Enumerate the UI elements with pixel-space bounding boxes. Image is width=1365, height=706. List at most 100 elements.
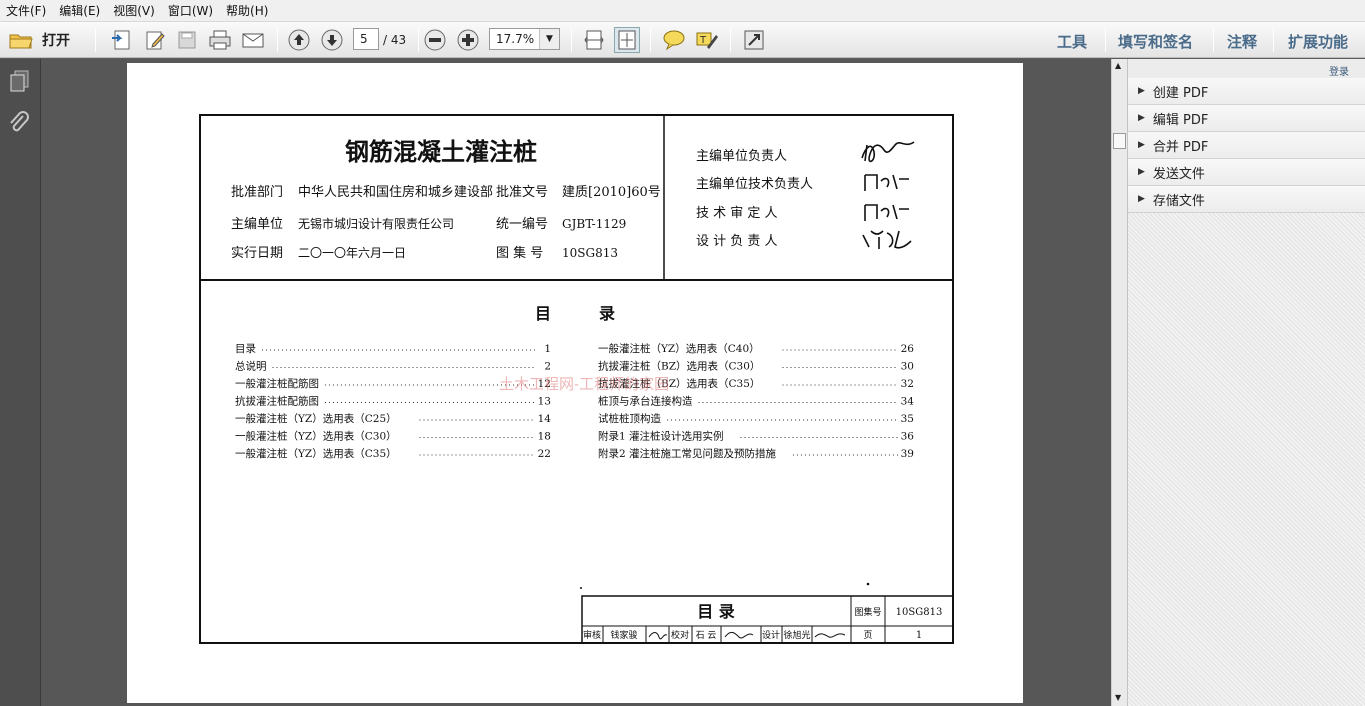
effective-date: 二〇一〇年六月一日: [298, 246, 406, 260]
extensions-button[interactable]: 扩展功能: [1288, 31, 1348, 52]
page-count: / 43: [383, 33, 407, 47]
signature-3: [862, 230, 912, 249]
toc-page-number: 34: [901, 396, 915, 408]
fit-page-icon: [618, 30, 636, 50]
toc-page-number: 35: [901, 413, 914, 425]
arrow-down-icon: [321, 29, 343, 51]
panel-merge-pdf[interactable]: ▶ 合并 PDF: [1128, 132, 1365, 159]
panel-store-file[interactable]: ▶ 存储文件: [1128, 186, 1365, 213]
envelope-icon: [242, 33, 264, 48]
role-1: 主编单位技术负责人: [696, 177, 813, 192]
atlas-title: 钢筋混凝土灌注桩: [345, 137, 537, 166]
tb-page-no: 1: [916, 630, 922, 641]
toc-page-number: 32: [901, 378, 914, 390]
tb-check: 校对: [671, 629, 689, 641]
attachments-button[interactable]: [8, 111, 32, 138]
toc-entry: 一般灌注桩配筋图: [235, 377, 319, 390]
prev-page-button[interactable]: [286, 27, 312, 53]
editor-label: 主编单位: [231, 217, 283, 232]
toc-page-number: 14: [538, 413, 552, 425]
role-2: 技 术 审 定 人: [696, 206, 778, 221]
panel-edit-pdf[interactable]: ▶ 编辑 PDF: [1128, 105, 1365, 132]
panel-create-pdf[interactable]: ▶ 创建 PDF: [1128, 78, 1365, 105]
chevron-down-icon[interactable]: ▼: [539, 29, 559, 49]
triangle-right-icon: ▶: [1138, 194, 1145, 204]
scroll-up-icon[interactable]: ▲: [1115, 61, 1121, 70]
approve-dept: 中华人民共和国住房和城乡建设部: [298, 184, 493, 200]
title-block: 目 录 图集号 10SG813 审核 钱家骏 校对 石 云 设计 徐旭光 页 1: [581, 595, 954, 644]
menu-window[interactable]: 窗口(W): [168, 2, 213, 19]
pencil-doc-icon: [146, 31, 165, 50]
page-number-input[interactable]: 5: [353, 28, 379, 50]
toc-left-column: 目录 1总说明 2一般灌注桩配筋图 12抗拔灌注桩配筋图 13一般灌注桩（YZ）选用表（…: [235, 343, 551, 460]
scroll-thumb[interactable]: [1113, 133, 1126, 149]
unified-no: GJBT-1129: [562, 217, 626, 231]
fill-sign-button[interactable]: 填写和签名: [1118, 31, 1193, 52]
toc-entry: 一般灌注桩（YZ）选用表（C40）: [598, 342, 760, 355]
toc-page-number: 2: [544, 361, 551, 373]
tasks-pane: 登录 ▶ 创建 PDF ▶ 编辑 PDF ▶ 合并 PDF ▶ 发送文件 ▶ 存储文件: [1127, 59, 1365, 706]
speech-bubble-icon: [663, 30, 685, 51]
role-3: 设 计 负 责 人: [696, 234, 778, 249]
comment-panel-button[interactable]: 注释: [1227, 31, 1257, 52]
atlas-no: 10SG813: [562, 246, 618, 260]
toc-page-number: 26: [901, 343, 915, 355]
unified-no-label: 统一编号: [496, 217, 548, 232]
page-thumbnails-button[interactable]: [8, 69, 32, 96]
triangle-right-icon: ▶: [1138, 140, 1145, 150]
pdf-page: 钢筋混凝土灌注桩 批准部门 中华人民共和国住房和城乡建设部 批准文号 建质[20…: [127, 63, 1023, 703]
highlight-button[interactable]: T: [694, 27, 720, 53]
signature-2: [864, 204, 909, 221]
tb-atlas-no: 10SG813: [896, 607, 943, 618]
toc-entry: 附录2 灌注桩施工常见问题及预防措施: [598, 447, 777, 460]
triangle-right-icon: ▶: [1138, 113, 1145, 123]
tb-name: 目 录: [697, 602, 735, 621]
zoom-out-button[interactable]: [422, 27, 448, 53]
zoom-in-button[interactable]: [455, 27, 481, 53]
panel-label: 合并 PDF: [1152, 139, 1209, 155]
date-label: 实行日期: [231, 246, 283, 261]
open-button[interactable]: 打开: [8, 27, 70, 53]
toc-entry: 总说明: [235, 360, 267, 373]
email-button[interactable]: [240, 27, 266, 53]
fullscreen-button[interactable]: [741, 27, 767, 53]
editor: 无锡市城归设计有限责任公司: [298, 216, 454, 231]
panel-send-file[interactable]: ▶ 发送文件: [1128, 159, 1365, 186]
menu-help[interactable]: 帮助(H): [226, 2, 268, 19]
watermark: 土木工程网-工程师的家园: [499, 375, 669, 393]
fit-width-button[interactable]: [581, 27, 607, 53]
role-0: 主编单位负责人: [696, 149, 787, 164]
toc-entry: 抗拔灌注桩配筋图: [235, 395, 319, 408]
tb-sig-3: [814, 633, 846, 638]
panel-label: 编辑 PDF: [1152, 112, 1209, 128]
create-pdf-icon: [112, 30, 130, 50]
create-pdf-button[interactable]: [108, 27, 134, 53]
next-page-button[interactable]: [319, 27, 345, 53]
tb-reviewer: 钱家骏: [610, 629, 637, 641]
save-button[interactable]: [174, 27, 200, 53]
menu-file[interactable]: 文件(F): [6, 2, 46, 19]
menu-view[interactable]: 视图(V): [113, 2, 155, 19]
scroll-down-icon[interactable]: ▼: [1115, 693, 1121, 702]
triangle-right-icon: ▶: [1138, 167, 1145, 177]
minus-icon: [424, 29, 446, 51]
tools-button[interactable]: 工具: [1057, 31, 1087, 52]
atlas-no-label: 图 集 号: [496, 245, 543, 261]
toc-page-number: 13: [538, 396, 551, 408]
vertical-scrollbar[interactable]: ▲ ▼: [1111, 59, 1127, 706]
print-button[interactable]: [207, 27, 233, 53]
edit-button[interactable]: [142, 27, 168, 53]
toc-entry: 一般灌注桩（YZ）选用表（C30）: [235, 430, 397, 443]
toc-entry: 附录1 灌注桩设计选用实例: [598, 430, 724, 443]
expand-icon: [744, 30, 764, 50]
panel-label: 存储文件: [1152, 193, 1205, 209]
fit-page-button[interactable]: [614, 27, 640, 53]
zoom-select[interactable]: 17.7% ▼: [489, 28, 560, 50]
plus-icon: [457, 29, 479, 51]
comment-button[interactable]: [661, 27, 687, 53]
arrow-up-icon: [288, 29, 310, 51]
login-link[interactable]: 登录: [1329, 63, 1349, 78]
toc-page-number: 39: [901, 448, 914, 460]
svg-text:T: T: [699, 35, 707, 46]
menu-edit[interactable]: 编辑(E): [59, 2, 100, 19]
